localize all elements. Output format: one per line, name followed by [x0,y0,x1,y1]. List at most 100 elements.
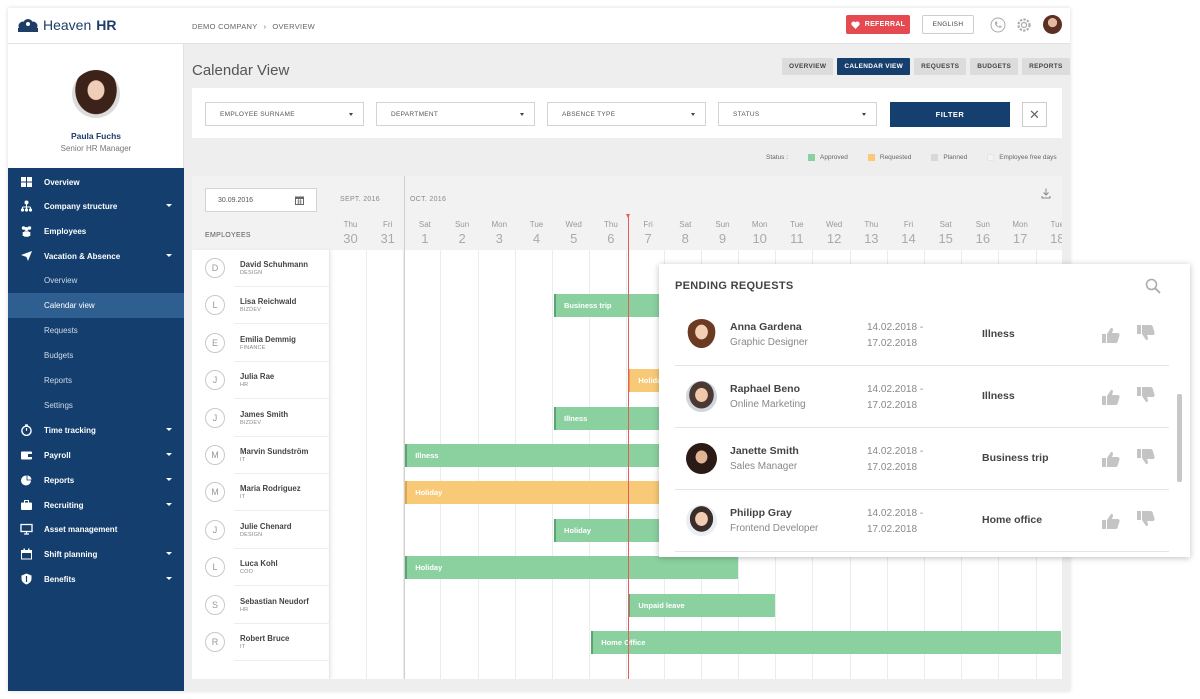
absence-bar[interactable]: Home Office [591,631,1061,654]
thumbs-down-icon[interactable] [1136,448,1156,466]
filter-bar: EMPLOYEE SURNAME DEPARTMENT ABSENCE TYPE… [192,88,1062,138]
plane-icon [21,251,32,261]
nav-sub-requests[interactable]: Requests [8,318,184,343]
request-date-to: 17.02.2018 [867,462,918,473]
nav-item-overview[interactable]: Overview [8,170,184,194]
employee-row[interactable]: J Julie Chenard DESIGN [192,512,330,549]
people-icon [21,226,32,237]
day-name: Tue [1050,220,1062,229]
nav-sub-budgets[interactable]: Budgets [8,343,184,368]
user-avatar[interactable] [1043,15,1062,34]
date-picker[interactable]: 30.09.2016 [205,188,317,212]
thumbs-down-icon[interactable] [1136,510,1156,528]
employee-surname-select[interactable]: EMPLOYEE SURNAME [205,102,364,126]
thumbs-down-icon[interactable] [1136,386,1156,404]
employee-row[interactable]: L Luca Kohl COO [192,549,330,587]
clear-filter-button[interactable]: ✕ [1022,102,1047,127]
nav-item-label: Reports [44,476,75,485]
employee-row[interactable]: M Marvin Sundström IT [192,437,330,474]
nav-item-employees[interactable]: Employees [8,219,184,243]
nav-item-benefits[interactable]: Benefits [8,567,184,591]
employee-row[interactable]: J Julia Rae HR [192,362,330,400]
employee-initial-avatar: M [205,445,225,465]
search-icon[interactable] [1145,278,1161,294]
profile-avatar[interactable] [72,70,120,118]
thumbs-up-icon[interactable] [1101,326,1121,344]
nav-item-payroll[interactable]: Payroll [8,443,184,467]
nav-item-label: Benefits [44,575,76,584]
pending-request-row[interactable]: Janette Smith Sales Manager 14.02.2018 - 17… [675,428,1169,490]
absence-bar[interactable]: Holiday [405,556,738,580]
nav-item-asset-management[interactable]: Asset management [8,517,184,541]
grid-icon [21,177,32,187]
employee-department: COO [240,569,254,576]
requester-role: Online Marketing [730,399,806,410]
day-header: Wed 5 [555,220,592,246]
legend-swatch-requested [867,154,875,161]
day-name: Wed [825,220,843,229]
day-number: 18 [1050,231,1062,246]
nav-item-reports[interactable]: Reports [8,468,184,492]
pending-request-row[interactable]: Philipp Gray Frontend Developer 14.02.2018… [675,490,1169,552]
status-select[interactable]: STATUS [718,102,877,126]
thumbs-up-icon[interactable] [1101,388,1121,406]
nav-item-shift-planning[interactable]: Shift planning [8,542,184,566]
day-column-line [366,250,367,679]
download-icon[interactable] [1041,188,1051,199]
absence-bar[interactable]: Unpaid leave [628,593,776,617]
absence-bar[interactable]: Illness [405,444,701,467]
language-select[interactable]: ENGLISH [922,15,974,34]
department-select[interactable]: DEPARTMENT [376,102,535,126]
day-name: Sun [975,220,990,229]
day-header: Sat 1 [406,220,443,246]
nav-sub-calendar-view[interactable]: Calendar view [8,293,184,318]
nav-item-label: Asset management [44,525,118,534]
nav-item-company-structure[interactable]: Company structure [8,194,184,218]
scrollbar[interactable] [1177,394,1182,482]
employee-row[interactable]: E Emilia Demmig FINANCE [192,325,330,362]
day-name: Thu [603,220,618,229]
day-header: Fri 7 [630,220,667,246]
tab-overview[interactable]: OVERVIEW [782,58,834,75]
nav-item-recruiting[interactable]: Recruiting [8,493,184,517]
employee-row[interactable]: M Maria Rodriguez IT [192,474,330,512]
pending-request-row[interactable]: Raphael Beno Online Marketing 14.02.2018 -… [675,366,1169,428]
absence-bar[interactable]: Holiday [405,481,701,505]
pending-request-row[interactable]: Anna Gardena Graphic Designer 14.02.2018 -… [675,304,1169,366]
thumbs-up-icon[interactable] [1101,512,1121,530]
tab-calendar-view[interactable]: CALENDAR VIEW [837,58,911,75]
employee-department: IT [240,494,246,501]
nav-sub-reports[interactable]: Reports [8,368,184,393]
tab-requests[interactable]: REQUESTS [914,58,967,75]
referral-button[interactable]: REFERRAL [846,15,910,34]
legend-item-planned: Planned [943,154,968,161]
heart-icon [851,20,860,29]
thumbs-up-icon[interactable] [1101,450,1121,468]
nav-item-label: Shift planning [44,550,98,559]
month-label-sept: SEPT. 2016 [340,196,380,203]
filter-button[interactable]: FILTER [890,102,1010,127]
employee-row[interactable]: L Lisa Reichwald BIZDEV [192,287,330,325]
employee-row[interactable]: S Sebastian Neudorf HR [192,587,330,624]
day-number: 8 [681,231,689,246]
thumbs-down-icon[interactable] [1136,324,1156,342]
tab-budgets[interactable]: BUDGETS [970,58,1019,75]
absence-type-select[interactable]: ABSENCE TYPE [547,102,706,126]
request-type: Illness [982,390,1015,402]
breadcrumb-company[interactable]: DEMO COMPANY [192,22,258,31]
tab-reports[interactable]: REPORTS [1022,58,1070,75]
nav-item-time-tracking[interactable]: Time tracking [8,418,184,442]
gear-icon[interactable] [1016,17,1032,33]
logo[interactable]: Heaven HR [18,17,117,33]
nav-sub-settings[interactable]: Settings [8,393,184,418]
employee-row[interactable]: J James Smith BIZDEV [192,400,330,437]
nav-sub-overview[interactable]: Overview [8,268,184,293]
requester-name: Janette Smith [730,445,799,457]
day-number: 1 [421,231,429,246]
employee-row[interactable]: R Robert Bruce IT [192,624,330,661]
nav-item-vacation-absence[interactable]: Vacation & Absence [8,244,184,268]
day-number: 4 [532,231,541,246]
employee-row[interactable]: D David Schuhmann DESIGN [192,250,330,287]
phone-icon[interactable] [990,17,1006,33]
day-header: Mon 10 [741,220,778,246]
